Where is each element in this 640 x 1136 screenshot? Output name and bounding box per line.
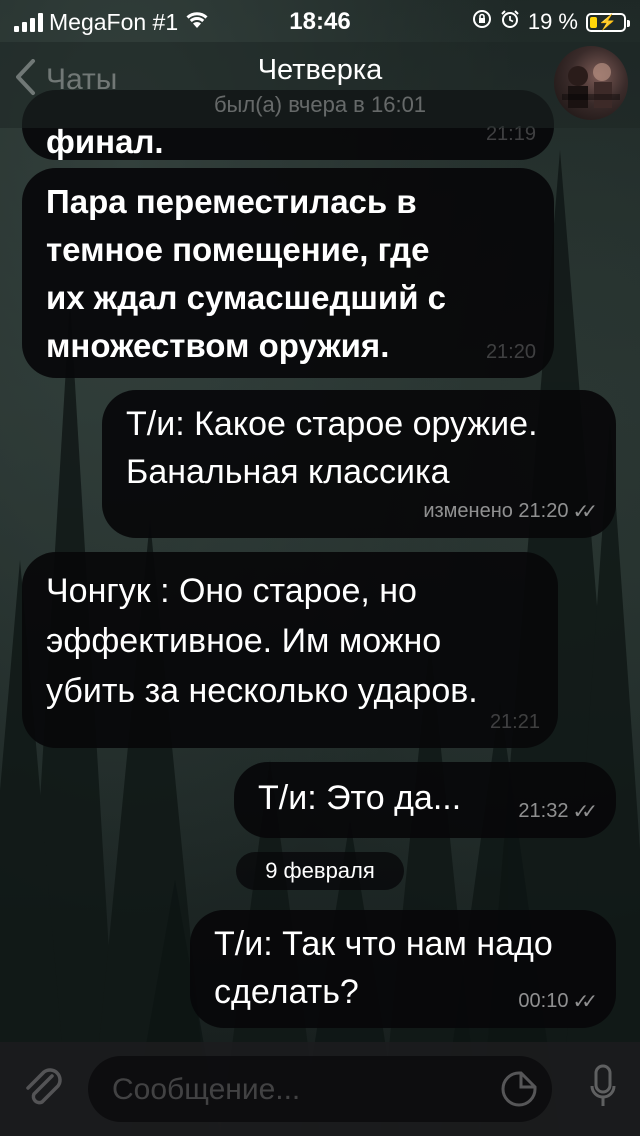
message-bubble-outgoing[interactable]: Т/и: Какое старое оружие. Банальная клас… (102, 390, 616, 538)
battery-icon: ⚡ (586, 12, 630, 32)
message-time: 21:21 (489, 711, 540, 733)
paperclip-icon[interactable] (22, 1066, 66, 1117)
chat-title[interactable]: Четверка (0, 54, 640, 87)
chat-header: Чаты Четверка был(а) вчера в 16:01 (0, 42, 640, 128)
message-text: Т/и: Какое старое оружие. Банальная клас… (126, 405, 538, 491)
message-text: Т/и: Это да... (258, 779, 462, 817)
message-bubble-outgoing[interactable]: Т/и: Так что нам надо сделать? 00:10 ✓✓ (190, 910, 616, 1028)
message-bubble-outgoing[interactable]: Т/и: Это да... 21:32 ✓✓ (234, 762, 616, 838)
battery-percent: 19 % (527, 9, 578, 34)
double-check-icon: ✓✓ (572, 801, 597, 823)
microphone-icon[interactable] (590, 1064, 616, 1117)
message-field[interactable] (88, 1056, 552, 1122)
message-time: изменено 21:20 (423, 500, 569, 522)
message-input-bar (0, 1042, 640, 1136)
alarm-icon (500, 8, 520, 36)
double-check-icon: ✓✓ (572, 991, 597, 1013)
message-time: 00:10 (518, 990, 569, 1012)
message-text: Чонгук : Оно старое, но эффективное. Им … (46, 572, 478, 710)
orientation-lock-icon (472, 8, 492, 36)
message-bubble-incoming[interactable]: Пара переместилась в темное помещение, г… (22, 168, 554, 378)
message-bubble-incoming[interactable]: Чонгук : Оно старое, но эффективное. Им … (22, 552, 558, 748)
sticker-icon[interactable] (500, 1070, 538, 1113)
last-seen-status: был(а) вчера в 16:01 (213, 92, 427, 117)
message-input[interactable] (110, 1066, 494, 1114)
message-time: 21:32 (518, 800, 569, 822)
message-text: Пара переместилась в темное помещение, г… (46, 183, 446, 364)
double-check-icon: ✓✓ (572, 501, 597, 523)
date-separator: 9 февраля (236, 852, 404, 890)
message-text: Т/и: Так что нам надо сделать? (214, 925, 553, 1011)
avatar[interactable] (554, 46, 628, 120)
message-time: 21:20 (485, 341, 536, 363)
status-bar: MegaFon #1 18:46 19 % ⚡ (0, 0, 640, 42)
